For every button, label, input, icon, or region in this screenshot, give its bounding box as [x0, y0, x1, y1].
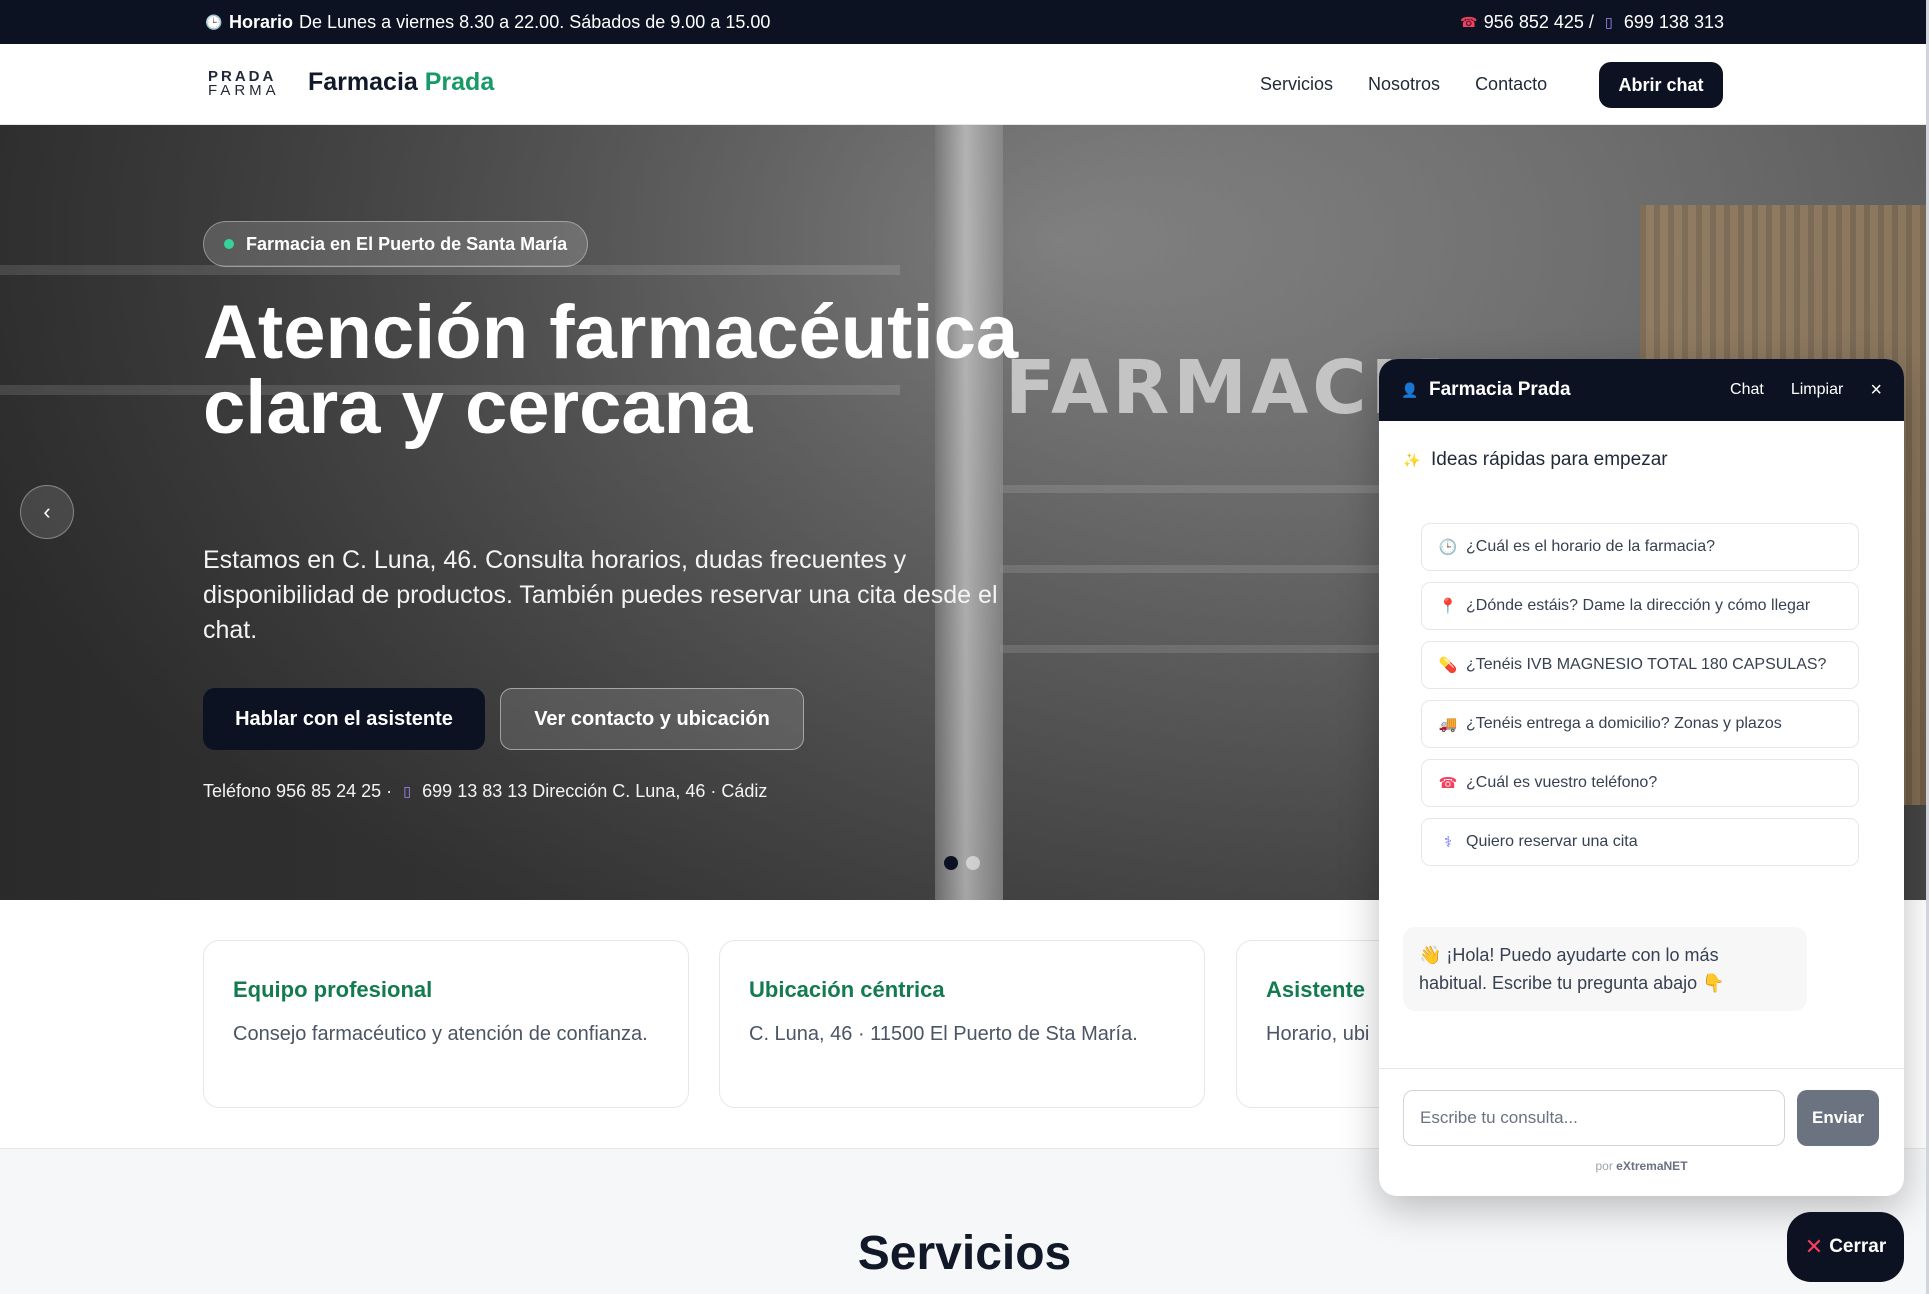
chat-widget: 👤 Farmacia Prada Chat Limpiar × ✨ Ideas …: [1379, 359, 1904, 1196]
stethoscope-icon: ⚕: [1443, 834, 1453, 851]
phone-icon: ☎: [1460, 13, 1478, 30]
pin-icon: 📍: [1438, 598, 1458, 615]
opening-hours: 🕒 Horario De Lunes a viernes 8.30 a 22.0…: [205, 0, 770, 44]
pill-icon: 💊: [1438, 657, 1458, 674]
talk-to-assistant-button[interactable]: Hablar con el asistente: [203, 688, 485, 750]
chat-header: 👤 Farmacia Prada Chat Limpiar ×: [1379, 359, 1904, 421]
location-badge-text: Farmacia en El Puerto de Santa María: [246, 233, 568, 254]
feature-card-text: Consejo farmacéutico y atención de confi…: [233, 1023, 648, 1045]
view-contact-button[interactable]: Ver contacto y ubicación: [500, 688, 804, 750]
hero-description: Estamos en C. Luna, 46. Consulta horario…: [203, 546, 998, 644]
brand-accent: Prada: [424, 68, 495, 96]
brand-main: Farmacia: [308, 68, 418, 96]
mobile-icon: ▯: [403, 783, 412, 799]
powered-prefix: por: [1595, 1159, 1613, 1173]
feature-card-title: Equipo profesional: [233, 977, 433, 1002]
quick-ideas-text: Ideas rápidas para empezar: [1431, 449, 1668, 470]
assistant-greeting-message: 👋 ¡Hola! Puedo ayudarte con lo más habit…: [1403, 927, 1807, 1011]
chat-title-text: Farmacia Prada: [1429, 379, 1571, 400]
suggestion-list: 🕒 ¿Cuál es el horario de la farmacia? 📍 …: [1421, 523, 1859, 877]
carousel-dot[interactable]: [966, 856, 980, 870]
hero-title: Atención farmacéutica clara y cercana: [203, 290, 1019, 450]
pharmacist-icon: 👤: [1401, 381, 1419, 398]
prada-farma-logo[interactable]: PRADA FARMA: [208, 69, 288, 99]
status-dot: [224, 239, 234, 249]
carousel-prev-button[interactable]: ‹: [20, 485, 74, 539]
hours-text: De Lunes a viernes 8.30 a 22.00. Sábados…: [299, 11, 771, 32]
mobile-icon: ▯: [1605, 13, 1613, 30]
nav-link-servicios[interactable]: Servicios: [1260, 74, 1333, 95]
hero-column: [935, 125, 1003, 900]
brand-name[interactable]: Farmacia Prada: [308, 68, 494, 97]
nav-link-contacto[interactable]: Contacto: [1475, 74, 1547, 95]
main-navigation: PRADA FARMA Farmacia Prada Servicios Nos…: [0, 44, 1929, 125]
close-chat-button[interactable]: ✕ Cerrar: [1787, 1212, 1904, 1282]
chevron-left-icon: ‹: [43, 499, 51, 524]
chat-title: 👤 Farmacia Prada: [1401, 379, 1571, 401]
close-chat-label: Cerrar: [1829, 1236, 1887, 1257]
feature-card: Ubicación céntrica C. Luna, 46 · 11500 E…: [719, 940, 1205, 1108]
clear-chat-button[interactable]: Limpiar: [1791, 381, 1843, 399]
carousel-dots: [944, 856, 980, 870]
quick-ideas-title: ✨ Ideas rápidas para empezar: [1403, 449, 1668, 471]
sparkles-icon: ✨: [1403, 451, 1421, 468]
feature-card-text: C. Luna, 46 · 11500 El Puerto de Sta Mar…: [749, 1023, 1138, 1045]
location-badge: Farmacia en El Puerto de Santa María: [203, 221, 589, 267]
hero-address: 699 13 83 13 Dirección C. Luna, 46 · Cád…: [422, 781, 768, 801]
suggestion-phone[interactable]: ☎ ¿Cuál es vuestro teléfono?: [1421, 759, 1859, 807]
close-icon[interactable]: ×: [1870, 379, 1882, 402]
truck-icon: 🚚: [1438, 716, 1458, 733]
logo-line-2: FARMA: [208, 82, 280, 99]
suggestion-text: Quiero reservar una cita: [1466, 833, 1638, 850]
phone-icon: ☎: [1438, 775, 1458, 792]
feature-card: Equipo profesional Consejo farmacéutico …: [203, 940, 689, 1108]
suggestion-product[interactable]: 💊 ¿Tenéis IVB MAGNESIO TOTAL 180 CAPSULA…: [1421, 641, 1859, 689]
suggestion-text: ¿Cuál es vuestro teléfono?: [1466, 774, 1658, 791]
hero-phone: Teléfono 956 85 24 25 ·: [203, 781, 393, 801]
hero-contact-line: Teléfono 956 85 24 25 · ▯ 699 13 83 13 D…: [203, 781, 767, 802]
chat-composer: Enviar por eXtremaNET: [1379, 1068, 1904, 1196]
chat-header-actions: Chat Limpiar ×: [1730, 359, 1882, 421]
suggestion-hours[interactable]: 🕒 ¿Cuál es el horario de la farmacia?: [1421, 523, 1859, 571]
send-button[interactable]: Enviar: [1797, 1090, 1879, 1146]
phone-landline[interactable]: 956 852 425 /: [1484, 12, 1594, 33]
hours-label: Horario: [229, 11, 294, 32]
phone-mobile[interactable]: 699 138 313: [1624, 12, 1724, 33]
top-info-bar: 🕒 Horario De Lunes a viernes 8.30 a 22.0…: [0, 0, 1929, 44]
powered-brand[interactable]: eXtremaNET: [1616, 1159, 1687, 1173]
suggestion-text: ¿Tenéis entrega a domicilio? Zonas y pla…: [1466, 715, 1782, 732]
suggestion-text: ¿Dónde estáis? Dame la dirección y cómo …: [1466, 597, 1811, 614]
clock-icon: 🕒: [1438, 539, 1458, 556]
suggestion-text: ¿Cuál es el horario de la farmacia?: [1466, 538, 1716, 555]
chat-tab-button[interactable]: Chat: [1730, 381, 1764, 399]
suggestion-appointment[interactable]: ⚕ Quiero reservar una cita: [1421, 818, 1859, 866]
suggestion-delivery[interactable]: 🚚 ¿Tenéis entrega a domicilio? Zonas y p…: [1421, 700, 1859, 748]
close-icon: ✕: [1804, 1234, 1824, 1259]
nav-link-nosotros[interactable]: Nosotros: [1368, 74, 1440, 95]
chat-message-input[interactable]: [1403, 1090, 1785, 1146]
feature-card-title: Ubicación céntrica: [749, 977, 945, 1002]
clock-icon: 🕒: [205, 13, 223, 30]
suggestion-text: ¿Tenéis IVB MAGNESIO TOTAL 180 CAPSULAS?: [1466, 656, 1827, 673]
phone-numbers: ☎ 956 852 425 / ▯ 699 138 313: [1460, 0, 1724, 44]
suggestion-location[interactable]: 📍 ¿Dónde estáis? Dame la dirección y cóm…: [1421, 582, 1859, 630]
open-chat-button[interactable]: Abrir chat: [1599, 62, 1723, 108]
nav-links: Servicios Nosotros Contacto: [1260, 44, 1547, 125]
carousel-dot[interactable]: [944, 856, 958, 870]
powered-by: por eXtremaNET: [1379, 1159, 1904, 1173]
services-title: Servicios: [857, 1227, 1072, 1280]
